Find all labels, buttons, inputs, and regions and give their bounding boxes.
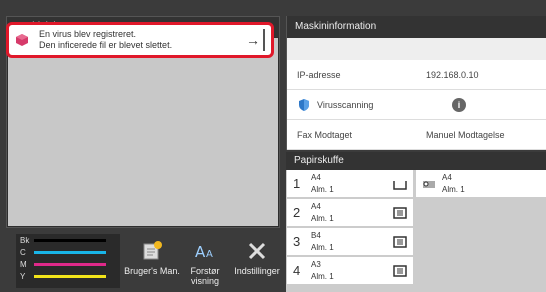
toner-label: C xyxy=(20,247,26,257)
fax-row: Fax Modtaget Manuel Modtagelse xyxy=(287,120,546,150)
notice-body xyxy=(8,38,278,226)
machine-info-title: Maskininformation xyxy=(287,16,546,38)
tray-full-icon xyxy=(393,264,407,277)
notice-line-2: Den inficerede fil er blevet slettet. xyxy=(39,40,173,50)
tray-size: A4 xyxy=(311,172,321,182)
ip-address-value: 192.168.0.10 xyxy=(426,69,479,80)
toner-row-cyan: C xyxy=(16,246,120,258)
notice-message: En virus blev registreret. Den inficered… xyxy=(39,29,235,51)
zoom-view-button[interactable]: A A Forstør visning xyxy=(186,236,224,292)
divider xyxy=(263,29,265,51)
bypass-tray[interactable]: A4 Alm. 1 xyxy=(416,170,546,197)
toner-bar xyxy=(34,274,106,278)
tray-full-icon xyxy=(393,235,407,248)
zoom-view-label: Forstør visning xyxy=(190,266,220,286)
tray-type: Alm. 1 xyxy=(311,184,334,194)
toner-row-black: Bk xyxy=(16,234,120,246)
settings-button[interactable]: Indstillinger xyxy=(228,236,286,292)
toner-bar xyxy=(34,238,106,242)
tray-number: 3 xyxy=(293,234,301,249)
tray-size: A3 xyxy=(311,259,321,269)
toner-bar xyxy=(34,250,106,254)
paper-tray-title: Papirskuffe xyxy=(286,152,546,170)
tray-type: Alm. 1 xyxy=(311,271,334,281)
tray-full-icon xyxy=(393,206,407,219)
zoom-text-icon: A A xyxy=(195,243,213,261)
virus-icon xyxy=(16,34,28,46)
user-manual-label: Bruger's Man. xyxy=(124,266,180,276)
arrow-right-icon[interactable]: → xyxy=(235,32,271,48)
user-manual-button[interactable]: Bruger's Man. xyxy=(120,236,184,292)
tray-number: 2 xyxy=(293,205,301,220)
toner-label: Bk xyxy=(20,235,30,245)
tray-list: 1 A4 Alm. 1 2 A4 Alm. 1 3 B4 Alm. 1 4 A3… xyxy=(287,170,413,286)
ip-address-label: IP-adresse xyxy=(297,69,341,80)
toner-levels: Bk C M Y xyxy=(16,234,120,288)
fax-label: Fax Modtaget xyxy=(297,129,353,140)
paper-tray-panel: Papirskuffe 1 A4 Alm. 1 2 A4 Alm. 1 3 B4… xyxy=(286,152,546,292)
tray-type: Alm. 1 xyxy=(311,213,334,223)
bypass-size: A4 xyxy=(442,172,452,182)
bypass-type: Alm. 1 xyxy=(442,184,465,194)
tray-type: Alm. 1 xyxy=(311,242,334,252)
tray-size: B4 xyxy=(311,230,321,240)
fax-value: Manuel Modtagelse xyxy=(426,129,505,140)
toner-row-magenta: M xyxy=(16,258,120,270)
virus-scan-label: Virusscanning xyxy=(317,99,374,110)
ip-address-row: IP-adresse 192.168.0.10 xyxy=(287,60,546,90)
toner-row-yellow: Y xyxy=(16,270,120,282)
tray-row[interactable]: 2 A4 Alm. 1 xyxy=(287,199,413,226)
svg-text:A: A xyxy=(195,243,206,261)
toner-label: M xyxy=(20,259,27,269)
info-icon[interactable]: i xyxy=(452,97,466,112)
toner-bar xyxy=(34,262,106,266)
tray-row[interactable]: 4 A3 Alm. 1 xyxy=(287,257,413,284)
svg-text:A: A xyxy=(206,249,213,260)
settings-label: Indstillinger xyxy=(234,266,280,276)
bypass-tray-icon xyxy=(423,180,435,188)
virus-notice-card[interactable]: En virus blev registreret. Den inficered… xyxy=(6,22,274,58)
manual-icon xyxy=(143,241,162,260)
tray-row[interactable]: 1 A4 Alm. 1 xyxy=(287,170,413,197)
tools-icon xyxy=(248,242,266,260)
machine-info-panel: Maskininformation IP-adresse 192.168.0.1… xyxy=(286,16,546,150)
tray-empty-icon xyxy=(393,180,407,190)
virus-scan-row: Virusscanning i xyxy=(287,90,546,120)
tray-number: 4 xyxy=(293,263,301,278)
tray-row[interactable]: 3 B4 Alm. 1 xyxy=(287,228,413,255)
tray-number: 1 xyxy=(293,176,301,191)
tray-size: A4 xyxy=(311,201,321,211)
toner-label: Y xyxy=(20,271,26,281)
shield-icon xyxy=(299,98,309,111)
notice-line-1: En virus blev registreret. xyxy=(39,29,137,39)
